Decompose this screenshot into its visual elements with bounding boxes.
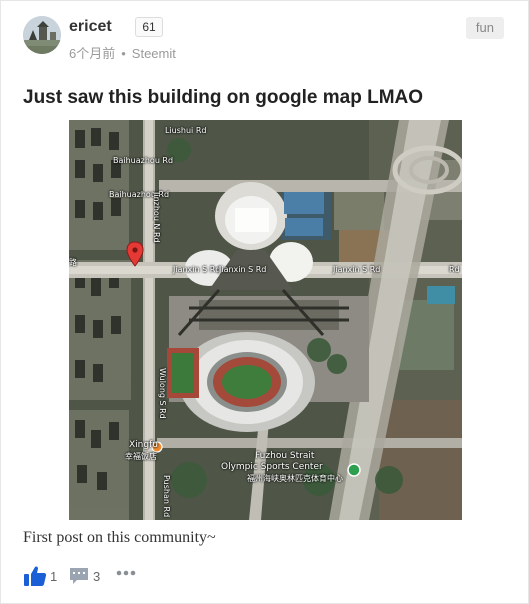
community-tag[interactable]: fun [465, 17, 504, 39]
post-title[interactable]: Just saw this building on google map LMA… [23, 87, 423, 109]
post-meta: 6个月前 • Steemit [69, 43, 176, 62]
post-body: First post on this community~ [23, 529, 216, 546]
map-screenshot-image: Liushui Rd Baihuazhou Rd Baihuazhou Rd J… [69, 120, 462, 520]
comments-button[interactable] [69, 567, 89, 590]
author-avatar[interactable] [23, 16, 61, 54]
food-marker-icon [151, 441, 163, 453]
post-header: ericet 61 6个月前 • Steemit [23, 16, 503, 61]
comment-count: 3 [93, 569, 101, 584]
meta-separator: • [121, 46, 126, 61]
comment-icon [70, 568, 88, 584]
reputation-badge: 61 [135, 17, 163, 37]
upvote-button[interactable] [23, 565, 47, 592]
post-source: Steemit [131, 46, 176, 61]
author-name[interactable]: ericet [69, 18, 112, 36]
thumbs-up-icon [24, 566, 47, 586]
post-card: ericet 61 6个月前 • Steemit fun Just saw this… [0, 0, 529, 604]
more-icon [116, 570, 136, 576]
post-actions: 1 3 [23, 565, 223, 589]
satellite-map [69, 120, 462, 520]
vote-count: 1 [50, 569, 58, 584]
post-time[interactable]: 6个月前 [69, 46, 115, 61]
park-marker-icon [347, 463, 361, 477]
more-options-button[interactable] [115, 565, 137, 585]
avatar-image [23, 16, 61, 54]
